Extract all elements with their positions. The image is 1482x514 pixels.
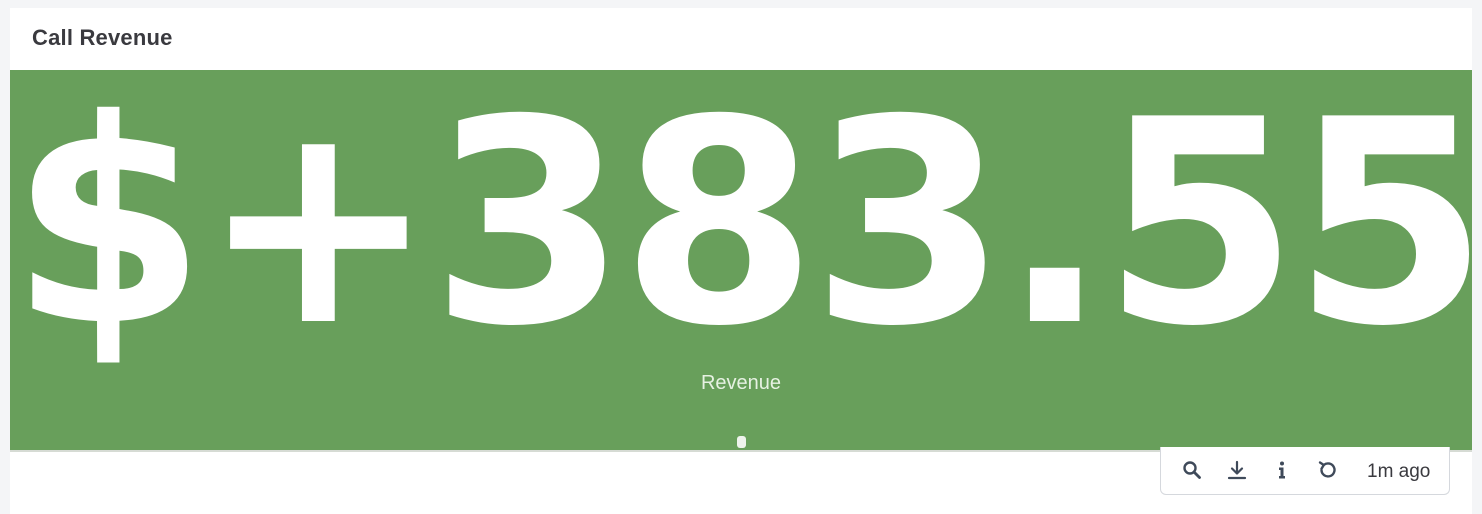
- resize-handle[interactable]: [737, 436, 746, 448]
- info-icon: [1279, 461, 1285, 479]
- single-value-display: $+383.55 Revenue: [10, 70, 1472, 450]
- panel-header: Call Revenue: [10, 8, 1472, 70]
- refresh-icon: [1318, 461, 1336, 478]
- refresh-button[interactable]: [1311, 453, 1345, 487]
- info-button[interactable]: [1265, 453, 1299, 487]
- download-icon: [1227, 460, 1247, 480]
- download-button[interactable]: [1220, 453, 1254, 487]
- search-icon: [1183, 461, 1201, 479]
- panel-title: Call Revenue: [32, 25, 173, 50]
- panel-toolbar: 1m ago: [1160, 447, 1450, 495]
- value-label: Revenue: [700, 372, 782, 394]
- search-button[interactable]: [1175, 453, 1209, 487]
- revenue-value: $+383.55: [10, 70, 1472, 388]
- dashboard-panel: Call Revenue $+383.55 Revenue 1m ago: [10, 8, 1472, 514]
- last-updated-text: 1m ago: [1367, 461, 1431, 482]
